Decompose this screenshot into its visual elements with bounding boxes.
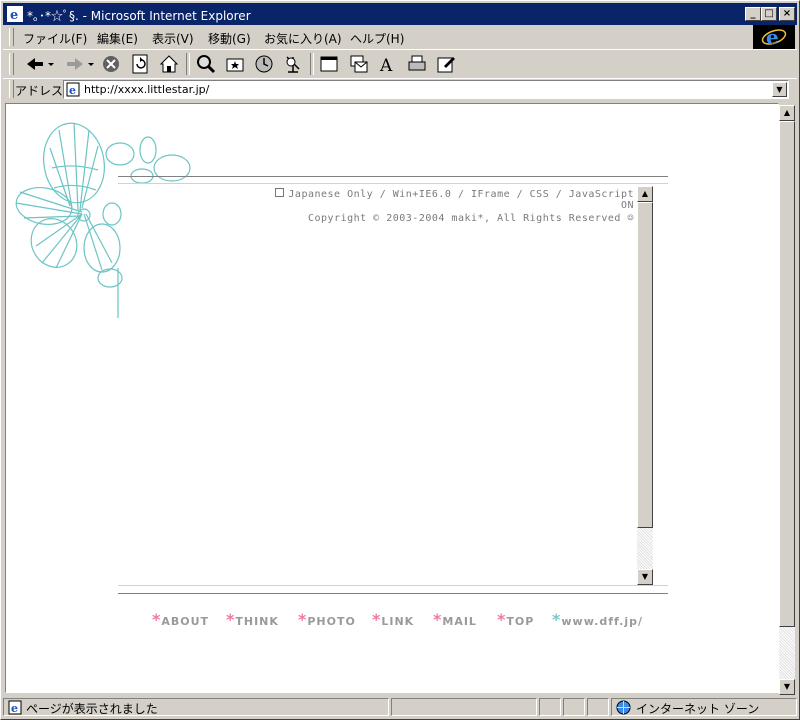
nav-star-icon: * (298, 610, 308, 629)
nav-star-icon: * (152, 610, 162, 629)
page-done-icon: e (8, 700, 22, 715)
address-input[interactable]: e http://xxxx.littlestar.jp/ ▼ (63, 80, 789, 99)
ie-logo-icon: e (761, 25, 787, 49)
channels-icon[interactable] (282, 53, 304, 75)
browser-scroll-down[interactable]: ▼ (779, 679, 795, 695)
nav-label: LINK (381, 615, 415, 628)
toolbar-separator (310, 53, 314, 75)
stop-icon[interactable] (100, 53, 122, 75)
iframe-scroll-thumb[interactable] (637, 202, 653, 528)
refresh-icon[interactable] (129, 53, 151, 75)
title-bar[interactable]: e *｡･*☆ﾟ§. - Microsoft Internet Explorer… (3, 3, 797, 25)
nav-label: TOP (506, 615, 535, 628)
status-message: ページが表示されました (26, 702, 158, 716)
minimize-button[interactable]: _ (745, 7, 761, 21)
site-info: Japanese Only / Win+IE6.0 / IFrame / CSS… (262, 188, 634, 224)
address-grip (9, 80, 14, 98)
nav-photo[interactable]: *PHOTO (298, 610, 356, 629)
address-label: アドレス (15, 84, 64, 98)
nav-mail[interactable]: *MAIL (433, 610, 477, 629)
nav-star-icon: * (372, 610, 382, 629)
toolbar-separator (186, 53, 190, 75)
svg-text:e: e (69, 84, 76, 97)
close-button[interactable]: × (779, 7, 795, 21)
back-icon[interactable] (23, 53, 57, 75)
forward-icon[interactable] (63, 53, 97, 75)
browser-scroll-up[interactable]: ▲ (779, 105, 795, 121)
status-panel-blank (563, 698, 585, 716)
nav-top[interactable]: *TOP (497, 610, 534, 629)
menu-file[interactable]: ファイル(F) (23, 30, 87, 47)
browser-scrollbar[interactable]: ▲ ▼ (779, 105, 795, 695)
address-url: http://xxxx.littlestar.jp/ (84, 83, 210, 96)
home-icon[interactable] (158, 53, 180, 75)
status-panel-zone: インターネット ゾーン (611, 698, 797, 716)
address-bar: アドレス e http://xxxx.littlestar.jp/ ▼ (3, 78, 797, 101)
iframe-scrollbar[interactable]: ▲ ▼ (637, 186, 653, 585)
nav-external-link[interactable]: *www.dff.jp/ (552, 610, 643, 629)
nav-star-icon: * (226, 610, 236, 629)
footer-line-pink (118, 585, 668, 586)
address-dropdown-button[interactable]: ▼ (772, 82, 787, 97)
print-icon[interactable] (406, 53, 428, 75)
svg-text:e: e (10, 8, 18, 22)
footer-line-gray (118, 593, 668, 594)
svg-text:e: e (766, 25, 779, 49)
nav-star-icon: * (433, 610, 443, 629)
svg-text:e: e (11, 702, 18, 715)
search-icon[interactable] (195, 53, 217, 75)
standard-toolbar: A (3, 49, 797, 78)
menu-help[interactable]: ヘルプ(H) (350, 30, 404, 47)
history-icon[interactable] (253, 53, 275, 75)
menu-view[interactable]: 表示(V) (152, 30, 194, 47)
edit-icon[interactable] (435, 53, 457, 75)
svg-text:A: A (379, 56, 393, 74)
nav-star-icon: * (552, 610, 562, 629)
status-panel-progress (391, 698, 537, 716)
info-square-icon (275, 188, 285, 197)
flower-decoration (15, 122, 191, 318)
nav-link[interactable]: *LINK (372, 610, 414, 629)
requirements-text: Japanese Only / Win+IE6.0 / IFrame / CSS… (288, 189, 634, 211)
browser-window: e *｡･*☆ﾟ§. - Microsoft Internet Explorer… (0, 0, 800, 720)
nav-label: MAIL (442, 615, 477, 628)
iframe-scroll-up[interactable]: ▲ (637, 186, 653, 202)
page-icon: e (66, 82, 80, 97)
status-panel-blank (539, 698, 561, 716)
status-panel-blank (587, 698, 609, 716)
zone-label: インターネット ゾーン (636, 702, 760, 716)
menu-bar: ファイル(F) 編集(E) 表示(V) 移動(G) お気に入り(A) ヘルプ(H… (3, 26, 797, 48)
ie-window-icon: e (7, 6, 23, 22)
status-bar: e ページが表示されました インターネット ゾーン (3, 697, 797, 717)
page-viewport: Japanese Only / Win+IE6.0 / IFrame / CSS… (5, 103, 779, 693)
menu-edit[interactable]: 編集(E) (97, 30, 138, 47)
site-requirements: Japanese Only / Win+IE6.0 / IFrame / CSS… (262, 188, 634, 211)
nav-star-icon: * (497, 610, 507, 629)
nav-label: ABOUT (161, 615, 210, 628)
maximize-button[interactable]: □ (761, 7, 777, 21)
favorites-icon[interactable] (224, 53, 246, 75)
mail-icon[interactable] (348, 53, 370, 75)
status-panel-main: e ページが表示されました (3, 698, 389, 716)
toolbar-grip (9, 53, 14, 75)
header-line-pink (118, 183, 668, 184)
nav-label: THINK (235, 615, 279, 628)
nav-think[interactable]: *THINK (226, 610, 279, 629)
header-line-gray (118, 176, 668, 177)
menubar-grip (9, 28, 14, 46)
nav-about[interactable]: *ABOUT (152, 610, 209, 629)
nav-label: PHOTO (307, 615, 356, 628)
iframe-scroll-down[interactable]: ▼ (637, 569, 653, 585)
nav-label: www.dff.jp/ (561, 615, 644, 628)
font-icon[interactable]: A (377, 53, 399, 75)
window-title: *｡･*☆ﾟ§. - Microsoft Internet Explorer (27, 9, 251, 23)
internet-zone-icon (616, 700, 631, 715)
menu-go[interactable]: 移動(G) (208, 30, 251, 47)
copyright-text: Copyright © 2003-2004 maki*, All Rights … (307, 213, 634, 224)
fullscreen-icon[interactable] (318, 53, 340, 75)
browser-scroll-thumb[interactable] (779, 121, 795, 627)
ie-throbber-logo: e (753, 25, 795, 49)
menu-favorites[interactable]: お気に入り(A) (264, 30, 342, 47)
